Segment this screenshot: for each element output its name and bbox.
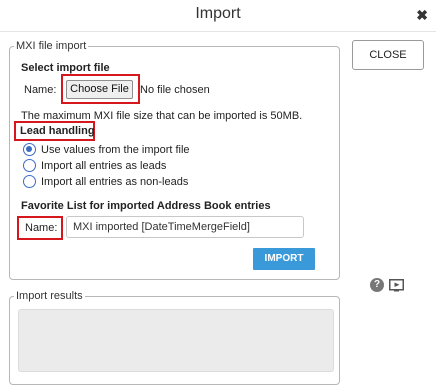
radio-all-leads-label[interactable]: Import all entries as leads (41, 160, 166, 172)
favorite-name-label: Name: (25, 222, 58, 234)
close-icon[interactable]: ✖ (416, 7, 428, 24)
import-button[interactable]: IMPORT (253, 248, 315, 270)
no-file-chosen-text: No file chosen (140, 84, 210, 96)
radio-all-leads[interactable] (23, 159, 36, 172)
dialog-title: Import (195, 5, 241, 22)
radio-all-non-leads-label[interactable]: Import all entries as non-leads (41, 176, 188, 188)
mxi-file-import-legend: MXI file import (16, 40, 87, 52)
help-icon[interactable]: ? (370, 278, 384, 292)
favorite-list-heading: Favorite List for imported Address Book … (21, 200, 271, 212)
favorite-list-name-input[interactable]: MXI imported [DateTimeMergeField] (66, 216, 304, 238)
video-icon[interactable] (389, 278, 404, 292)
radio-all-non-leads[interactable] (23, 175, 36, 188)
dialog-titlebar: Import ✖ (0, 0, 436, 30)
lead-handling-heading: Lead handling (20, 125, 95, 137)
title-divider (0, 31, 436, 32)
close-button[interactable]: CLOSE (352, 40, 424, 70)
choose-file-button[interactable]: Choose File (66, 80, 133, 99)
radio-use-values[interactable] (23, 143, 36, 156)
file-name-label: Name: (24, 84, 57, 96)
select-import-file-heading: Select import file (21, 62, 110, 74)
import-results-area (18, 309, 334, 372)
import-results-legend: Import results (16, 290, 83, 302)
radio-use-values-label[interactable]: Use values from the import file (41, 144, 190, 156)
